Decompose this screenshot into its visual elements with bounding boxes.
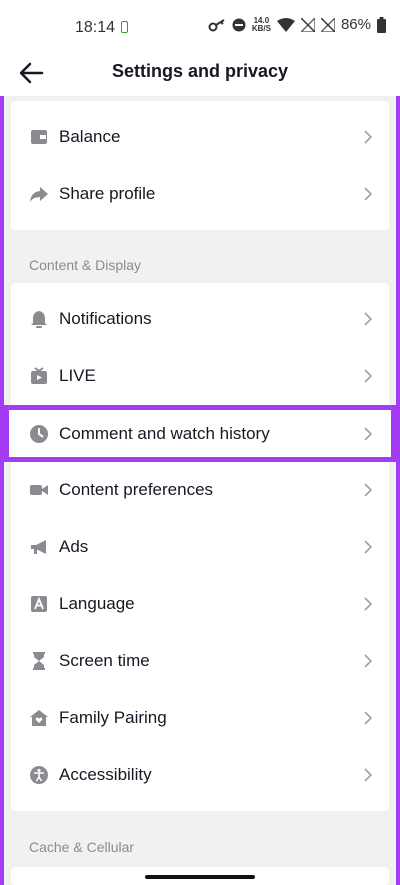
status-bar: 18:14 14.0 KB/S 86% — [0, 0, 400, 52]
settings-row-label: Language — [59, 593, 135, 613]
settings-row-notifications[interactable]: Notifications — [11, 290, 389, 347]
battery-percent: 86% — [340, 16, 371, 33]
no-signal-icon — [300, 17, 315, 32]
settings-row-ads[interactable]: Ads — [11, 518, 389, 575]
chevron-right-icon — [364, 426, 373, 441]
network-speed: 14.0 KB/S — [251, 16, 271, 33]
hourglass-icon — [29, 651, 49, 671]
do-not-disturb-icon — [232, 18, 246, 31]
share-icon — [29, 184, 49, 204]
section-header-cache-cellular: Cache & Cellular — [29, 839, 135, 855]
status-time: 18:14 — [75, 19, 116, 36]
settings-row-label: LIVE — [59, 365, 96, 385]
chevron-right-icon — [364, 186, 373, 201]
settings-row-label: Accessibility — [59, 764, 152, 784]
settings-row-language[interactable]: Language — [11, 575, 389, 632]
settings-row-label: Balance — [59, 126, 121, 146]
battery-icon — [377, 16, 386, 33]
chevron-right-icon — [364, 129, 373, 144]
settings-row-content-preferences[interactable]: Content preferences — [11, 461, 389, 518]
chevron-right-icon — [364, 539, 373, 554]
charging-icon — [121, 21, 128, 33]
chevron-right-icon — [364, 482, 373, 497]
settings-row-comment-watch-history[interactable]: Comment and watch history — [11, 405, 389, 462]
section-header-content-display: Content & Display — [29, 257, 142, 273]
chevron-right-icon — [364, 596, 373, 611]
wifi-icon — [276, 17, 295, 32]
account-card: Balance Share profile — [11, 101, 389, 230]
house-heart-icon — [29, 708, 49, 728]
bell-icon — [29, 309, 49, 329]
settings-row-label: Ads — [59, 536, 89, 556]
settings-row-balance[interactable]: Balance — [11, 108, 389, 165]
settings-row-label: Share profile — [59, 183, 156, 203]
live-tv-icon — [29, 366, 49, 386]
settings-row-live[interactable]: LIVE — [11, 347, 389, 404]
key-icon — [208, 18, 225, 31]
chevron-right-icon — [364, 653, 373, 668]
settings-row-label: Comment and watch history — [59, 423, 270, 443]
chevron-right-icon — [364, 710, 373, 725]
settings-row-share-profile[interactable]: Share profile — [11, 165, 389, 222]
settings-row-accessibility[interactable]: Accessibility — [11, 746, 389, 803]
megaphone-icon — [29, 537, 49, 557]
accessibility-icon — [29, 765, 49, 785]
settings-row-screen-time[interactable]: Screen time — [11, 632, 389, 689]
settings-row-label: Screen time — [59, 650, 150, 670]
chevron-right-icon — [364, 311, 373, 326]
home-indicator[interactable] — [145, 875, 255, 879]
wallet-icon — [29, 127, 49, 147]
settings-row-family-pairing[interactable]: Family Pairing — [11, 689, 389, 746]
language-icon — [29, 594, 49, 614]
content-display-card: Notifications LIVE Content preferences A… — [11, 283, 389, 811]
settings-row-label: Family Pairing — [59, 707, 167, 727]
no-signal-icon-2 — [320, 17, 335, 32]
settings-row-label: Content preferences — [59, 479, 214, 499]
clock-icon — [29, 424, 49, 444]
page-title: Settings and privacy — [111, 61, 289, 81]
video-camera-icon — [29, 480, 49, 500]
highlight-box: Comment and watch history — [4, 405, 396, 462]
chevron-right-icon — [364, 767, 373, 782]
settings-row-label: Notifications — [59, 308, 152, 328]
status-icons: 14.0 KB/S 86% — [208, 16, 386, 33]
app-header: Settings and privacy — [0, 52, 400, 96]
network-speed-unit: KB/S — [251, 23, 271, 33]
chevron-right-icon — [364, 368, 373, 383]
